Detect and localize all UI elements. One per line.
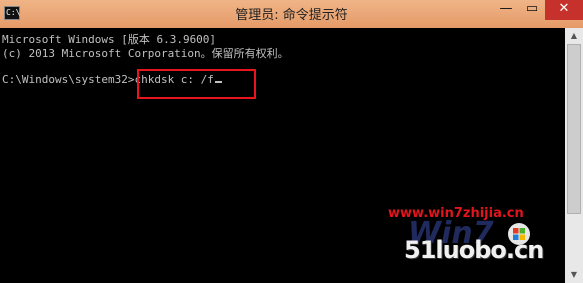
scroll-down-arrow-icon[interactable]: ▼: [565, 267, 583, 283]
command-highlight-box: [137, 69, 256, 99]
watermark-url: www.win7zhijia.cn: [388, 206, 524, 221]
scroll-up-arrow-icon[interactable]: ▲: [565, 28, 583, 44]
watermark-logo: 51luobo.cn: [404, 236, 544, 264]
console-line-copyright: (c) 2013 Microsoft Corporation。保留所有权利。: [2, 47, 289, 60]
vertical-scrollbar[interactable]: ▲ ▼: [565, 28, 583, 283]
title-bar[interactable]: C:\ 管理员: 命令提示符 — ▭ ✕: [0, 0, 583, 28]
scrollbar-thumb[interactable]: [567, 44, 581, 214]
cmd-window: C:\ 管理员: 命令提示符 — ▭ ✕ Microsoft Windows […: [0, 0, 583, 283]
close-button[interactable]: ✕: [545, 0, 583, 20]
maximize-button[interactable]: ▭: [519, 0, 545, 20]
minimize-button[interactable]: —: [493, 0, 519, 20]
